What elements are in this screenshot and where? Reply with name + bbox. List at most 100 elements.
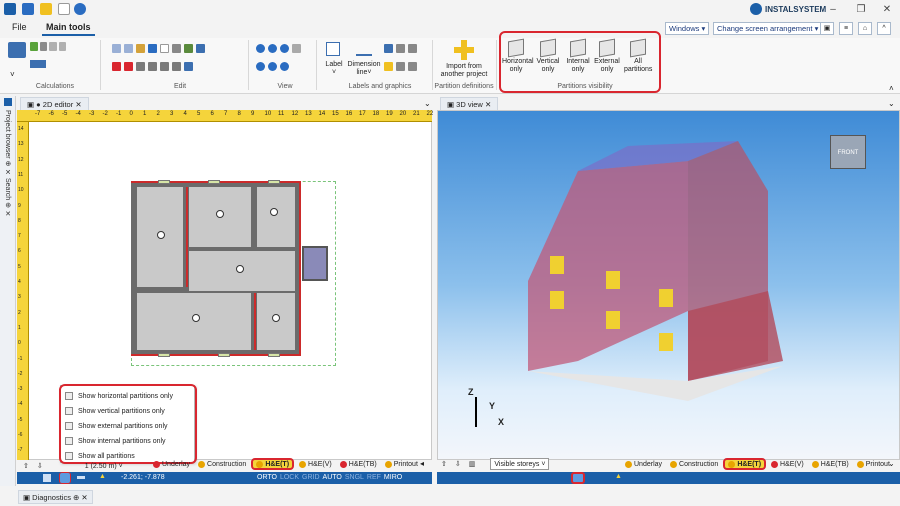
- move-icon[interactable]: [136, 62, 145, 71]
- dimension-line-icon[interactable]: [356, 42, 372, 56]
- label-icon[interactable]: [326, 42, 340, 56]
- change-screen-arrangement-dropdown[interactable]: Change screen arrangement ▾: [713, 22, 823, 35]
- text-style-icon[interactable]: [184, 62, 193, 71]
- lines-icon[interactable]: [396, 44, 405, 53]
- drawing-mode-toggle[interactable]: LOCK: [280, 474, 299, 481]
- window-symbol[interactable]: [158, 180, 170, 184]
- open-folder-icon[interactable]: [40, 3, 52, 15]
- mirror-icon[interactable]: [172, 62, 181, 71]
- project-browser-tab[interactable]: Project browser ⊕ ✕: [3, 110, 11, 176]
- zoom-window-icon[interactable]: [280, 44, 289, 53]
- zoom-extents-icon[interactable]: [256, 62, 265, 71]
- tab-3d-view[interactable]: ▣ 3D view ✕: [440, 97, 499, 111]
- window-symbol[interactable]: [158, 353, 170, 357]
- dimension-line-button[interactable]: Dimension line˅: [346, 61, 382, 77]
- 3d-storey-up-button[interactable]: ⇧: [438, 458, 450, 470]
- layers-icon[interactable]: [196, 44, 205, 53]
- layer-tab[interactable]: H&E(V): [296, 458, 335, 470]
- 3d-storey-down-button[interactable]: ⇩: [452, 458, 464, 470]
- undo-icon[interactable]: [74, 3, 86, 15]
- visible-storeys-dropdown[interactable]: Visible storeys ˅: [490, 458, 550, 470]
- window-layout-button[interactable]: ▣: [820, 22, 834, 35]
- delete-icon[interactable]: [124, 62, 133, 71]
- diagnostics-tab[interactable]: ▣ Diagnostics ⊕ ✕: [18, 490, 93, 504]
- storey-up-button[interactable]: ⇧: [20, 460, 32, 472]
- radiator-symbol[interactable]: [192, 314, 200, 322]
- layer-tab[interactable]: Underlay: [150, 458, 193, 470]
- arrange-icon[interactable]: [184, 44, 193, 53]
- warning-icon[interactable]: ▲: [99, 473, 106, 480]
- calc-run-icon[interactable]: [30, 42, 38, 51]
- home-icon[interactable]: [4, 3, 16, 15]
- layer-tab[interactable]: Construction: [667, 458, 721, 470]
- close-button[interactable]: ✕: [880, 3, 894, 17]
- clipboard-icon[interactable]: [136, 44, 145, 53]
- zoom-previous-icon[interactable]: [268, 62, 277, 71]
- 3d-partitions-toggle-icon[interactable]: [571, 472, 585, 484]
- save-icon[interactable]: [22, 3, 34, 15]
- frame-icon[interactable]: [408, 62, 417, 71]
- layer-tab[interactable]: Printout: [382, 458, 421, 470]
- table-icon[interactable]: [408, 44, 417, 53]
- radiator-symbol[interactable]: [216, 210, 224, 218]
- layer-tab[interactable]: H&E(T): [251, 458, 295, 470]
- drawing-mode-toggle[interactable]: REF: [367, 474, 381, 481]
- restore-button[interactable]: ❐: [854, 3, 868, 17]
- import-from-project-button[interactable]: Import from another project: [436, 63, 492, 79]
- paste-icon[interactable]: [124, 44, 133, 53]
- layer-tab[interactable]: Construction: [195, 458, 249, 470]
- 3d-tabs-scroll-icon[interactable]: ⌄: [888, 459, 895, 468]
- 3d-view-canvas[interactable]: FRONT Z Y X: [437, 110, 900, 460]
- drawing-mode-toggle[interactable]: AUTO: [323, 474, 342, 481]
- tab-2d-editor[interactable]: ▣ ● 2D editor ✕: [20, 97, 89, 111]
- calculation-table-icon[interactable]: [8, 42, 26, 58]
- zoom-more-icon[interactable]: [292, 44, 301, 53]
- menu-file[interactable]: File: [8, 22, 31, 36]
- text-icon[interactable]: [384, 44, 393, 53]
- collapse-ribbon-button[interactable]: ^: [877, 22, 891, 35]
- stair-block[interactable]: [302, 246, 328, 281]
- rotate-icon[interactable]: [148, 62, 157, 71]
- undo-edit-icon[interactable]: [148, 44, 157, 53]
- window-symbol[interactable]: [208, 180, 220, 184]
- layer-tab[interactable]: H&E(T): [723, 458, 767, 470]
- window-symbol[interactable]: [268, 180, 280, 184]
- 3d-tab-dropdown-icon[interactable]: ⌄: [888, 99, 895, 108]
- status-notes-icon[interactable]: [43, 474, 51, 482]
- 2d-tabs-scroll-icon[interactable]: ◂: [420, 459, 424, 468]
- calc-check-icon[interactable]: [39, 42, 47, 51]
- window-symbol[interactable]: [268, 353, 280, 357]
- drawing-mode-toggle[interactable]: SNGL: [345, 474, 364, 481]
- storey-down-button[interactable]: ⇩: [34, 460, 46, 472]
- zoom-out-icon[interactable]: [268, 44, 277, 53]
- drawing-mode-toggle[interactable]: GRID: [302, 474, 320, 481]
- drawing-mode-toggle[interactable]: MIRO: [384, 474, 402, 481]
- window-symbol[interactable]: [218, 353, 230, 357]
- calc-list-icon[interactable]: [30, 60, 46, 68]
- 3d-layers-icon[interactable]: ▥: [466, 458, 479, 470]
- properties-icon[interactable]: [172, 44, 181, 53]
- select-icon[interactable]: [160, 44, 169, 53]
- status-partitions-icon[interactable]: [59, 472, 71, 484]
- pan-icon[interactable]: [280, 62, 289, 71]
- ribbon-collapse-chevron-icon[interactable]: ˄: [889, 84, 894, 93]
- layer-tab[interactable]: H&E(V): [768, 458, 807, 470]
- image-icon[interactable]: [396, 62, 405, 71]
- shape-icon[interactable]: [384, 62, 393, 71]
- status-line-icon[interactable]: [77, 476, 85, 479]
- radiator-symbol[interactable]: [272, 314, 280, 322]
- calc-heat-icon[interactable]: [49, 42, 57, 51]
- align-icon[interactable]: [160, 62, 169, 71]
- menu-main-tools[interactable]: Main tools: [42, 22, 95, 36]
- cut-icon[interactable]: [112, 62, 121, 71]
- room-3[interactable]: [257, 187, 295, 247]
- label-button[interactable]: Label ˅: [322, 61, 346, 77]
- windows-dropdown[interactable]: Windows ▾: [665, 22, 710, 35]
- minimize-button[interactable]: –: [826, 3, 840, 17]
- library-button[interactable]: ≡: [839, 22, 853, 35]
- 3d-warning-icon[interactable]: ▲: [615, 473, 622, 480]
- layer-tab[interactable]: Underlay: [622, 458, 665, 470]
- radiator-symbol[interactable]: [236, 265, 244, 273]
- storey-level-dropdown[interactable]: 1 (2.50 m) ˅: [82, 460, 126, 472]
- calc-more-chevron-icon[interactable]: ˅: [10, 70, 15, 79]
